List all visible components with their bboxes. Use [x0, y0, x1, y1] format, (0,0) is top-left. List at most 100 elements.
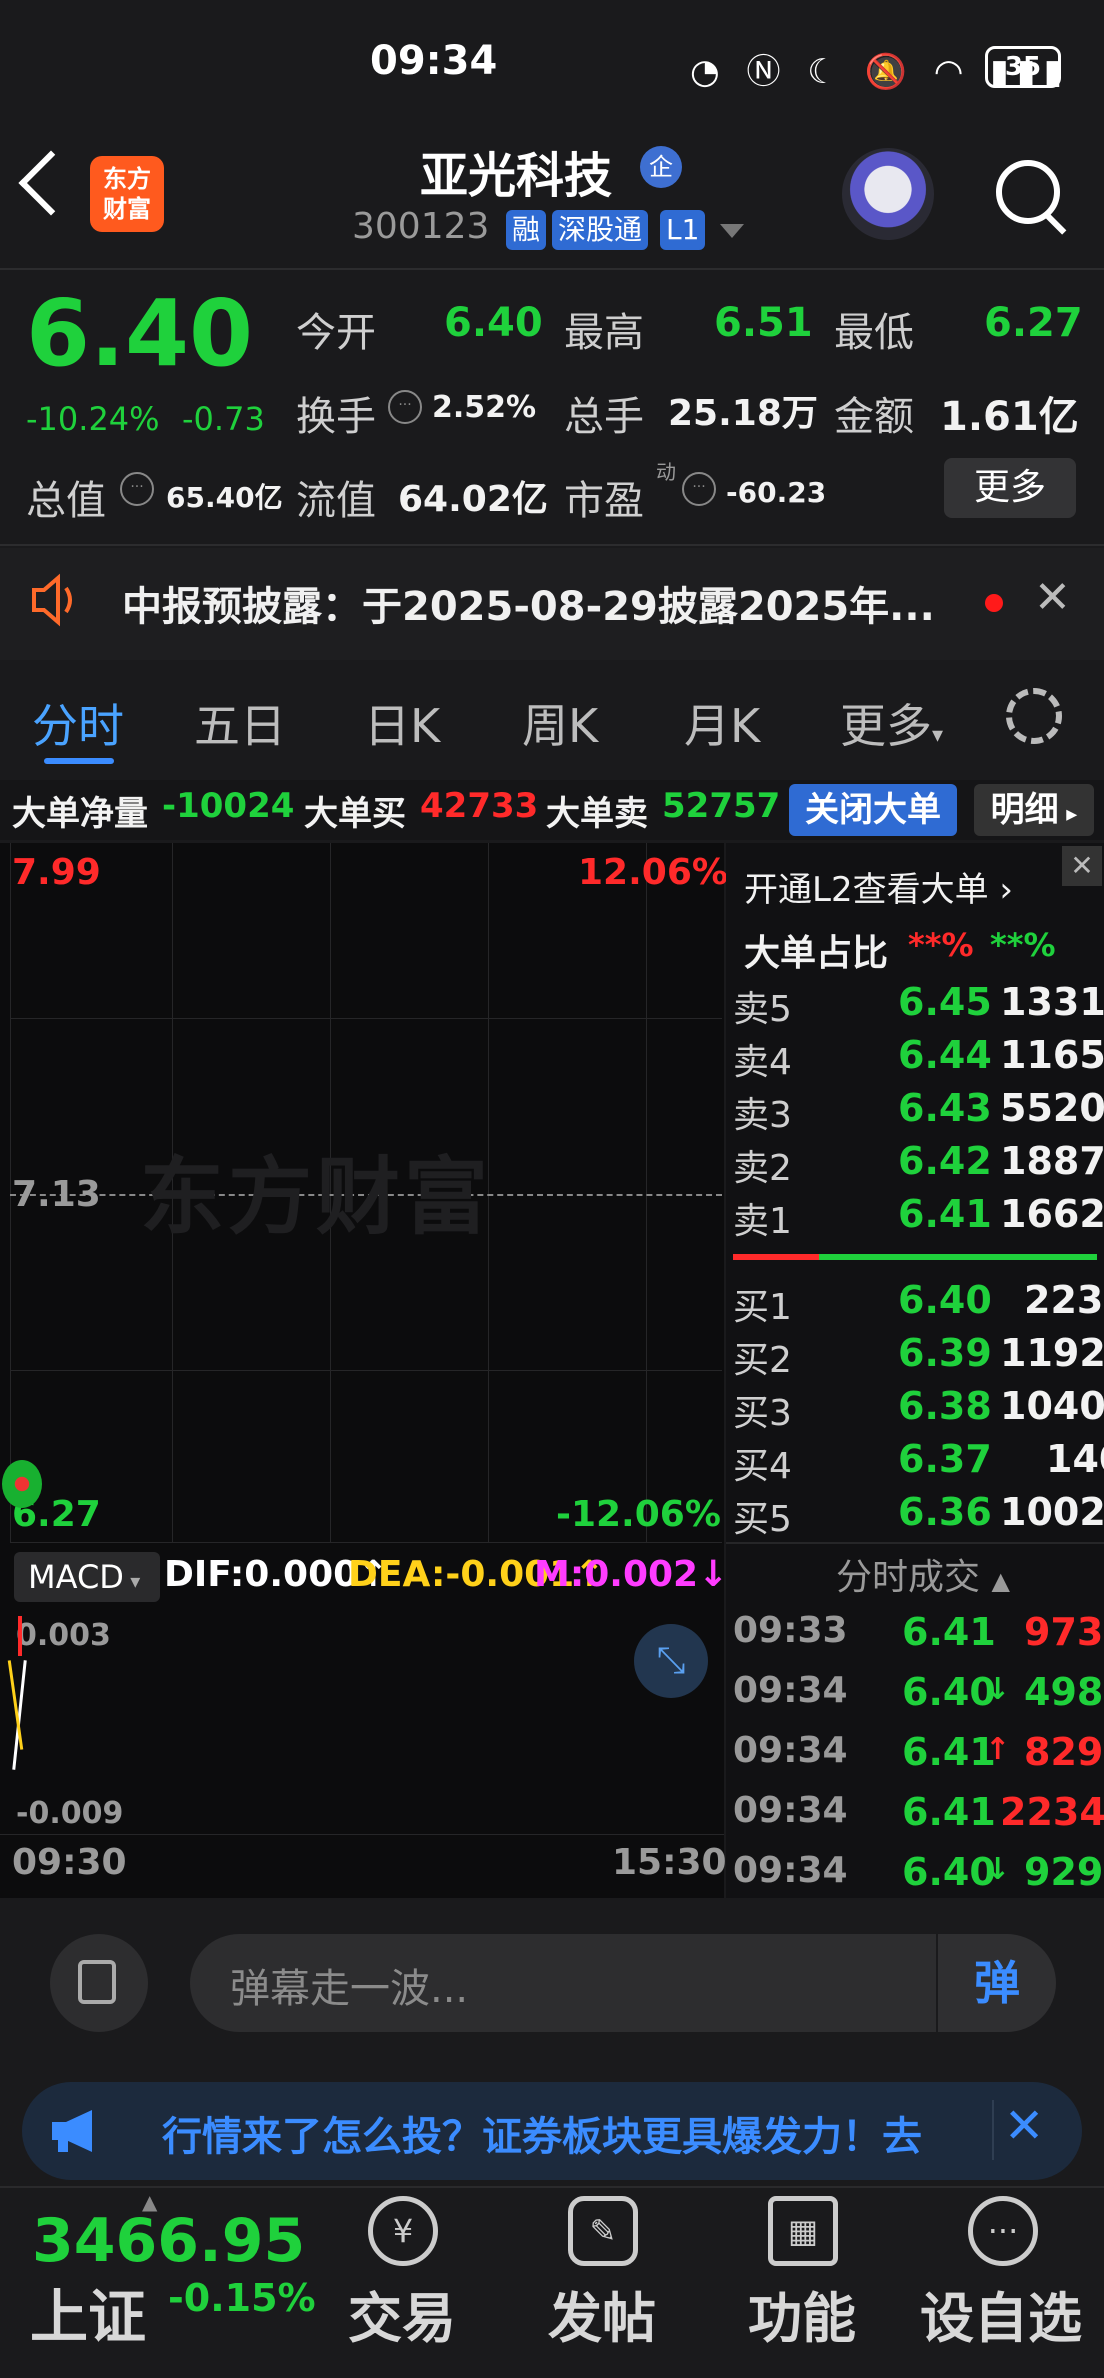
grid-line [0, 1834, 724, 1835]
time-start: 09:30 [12, 1842, 127, 1883]
grid-apps-icon[interactable]: ▦ [768, 2196, 838, 2266]
expand-icon[interactable]: ⤡ [634, 1624, 708, 1698]
open-label: 今开 [296, 310, 376, 356]
bid-label: 买5 [733, 1499, 792, 1540]
nav-functions[interactable]: 功能 [748, 2274, 856, 2353]
trade-time: 09:34 [733, 1850, 848, 1891]
high-value: 6.51 [714, 300, 813, 346]
nav-add-watchlist[interactable]: 设自选 [920, 2274, 1082, 2353]
volume-label: 总手 [564, 394, 644, 440]
tag-sz-connect: 深股通 [552, 210, 649, 250]
trade-time: 09:34 [733, 1670, 848, 1711]
axis-top-price: 7.99 [12, 852, 101, 893]
ask-price[interactable]: 6.43 [898, 1086, 992, 1130]
trade-time: 09:33 [733, 1610, 848, 1651]
danmaku-placeholder: 弹幕走一波... [230, 1966, 469, 2012]
notice-text[interactable]: 中报预披露：于2025-08-29披露2025年... [122, 574, 935, 632]
search-icon-handle [1043, 212, 1067, 235]
info-icon[interactable]: ··· [682, 472, 716, 506]
ask-volume: 1662 [1000, 1192, 1104, 1236]
watermark: 东方财富 [140, 1148, 493, 1246]
caret-down-icon: ▾ [932, 723, 944, 748]
buy-label: 大单买 [304, 794, 406, 834]
trades-header[interactable]: 分时成交 ▲ [836, 1548, 1010, 1600]
l2-upgrade-link[interactable]: 开通L2查看大单 › [744, 862, 1013, 911]
bid-price[interactable]: 6.37 [898, 1437, 992, 1481]
bid-price[interactable]: 6.38 [898, 1384, 992, 1428]
close-icon[interactable]: ✕ [1034, 572, 1071, 623]
change-amount: -0.73 [182, 400, 265, 438]
price-marker [2, 1460, 42, 1508]
grid-line [646, 843, 647, 1543]
tab-more[interactable]: 更多▾ [840, 690, 943, 756]
index-value[interactable]: 3466.95 [32, 2206, 305, 2276]
macd-selector[interactable]: MACD ▾ [14, 1552, 160, 1602]
index-name[interactable]: 上证 [30, 2270, 146, 2354]
edit-icon[interactable]: ✎ [568, 2196, 638, 2266]
more-dots-icon[interactable]: ··· [968, 2196, 1038, 2266]
trade-volume: 498 [1024, 1670, 1104, 1714]
bid-price[interactable]: 6.36 [898, 1490, 992, 1534]
macd-label: MACD [28, 1558, 124, 1596]
close-icon[interactable]: ✕ [1004, 2098, 1044, 2154]
amount-value: 1.61亿 [940, 394, 1079, 440]
bid-price[interactable]: 6.40 [898, 1278, 992, 1322]
ratio-label: 大单占比 [744, 933, 889, 974]
arrow-down-icon: ↓ [985, 1852, 1011, 1887]
tab-intraday[interactable]: 分时 [32, 690, 124, 756]
ask-volume: 1887 [1000, 1139, 1104, 1183]
trade-price: 6.40 [902, 1850, 996, 1894]
yen-exchange-icon[interactable]: ¥ [368, 2196, 438, 2266]
macd-m-label: M:0.002 [534, 1554, 699, 1595]
low-label: 最低 [834, 310, 914, 356]
more-button[interactable]: 更多 [944, 458, 1076, 518]
buy-value: 42733 [420, 786, 539, 826]
trades-label: 分时成交 [836, 1557, 981, 1598]
back-icon[interactable] [18, 150, 84, 216]
nav-trade[interactable]: 交易 [348, 2274, 456, 2353]
tab-more-label: 更多 [840, 699, 932, 753]
macd-top: 0.003 [16, 1618, 111, 1653]
mktcap-value: 65.40亿 [166, 481, 283, 514]
promo-text[interactable]: 行情来了怎么投？证券板块更具爆发力！去 [162, 2104, 922, 2162]
danmaku-settings-icon[interactable] [50, 1934, 148, 2032]
tab-monthly-k[interactable]: 月K [684, 690, 760, 756]
info-icon[interactable]: ··· [388, 390, 422, 424]
bid-price[interactable]: 6.39 [898, 1331, 992, 1375]
trade-time: 09:34 [733, 1730, 848, 1771]
trade-volume: 973 [1024, 1610, 1104, 1654]
bid-volume: 223 [1024, 1278, 1104, 1322]
detail-button[interactable]: 明细 ▸ [974, 784, 1094, 836]
ask-price[interactable]: 6.45 [898, 980, 992, 1024]
chevron-right-icon: ▸ [1058, 802, 1078, 827]
grid-line [10, 1018, 722, 1019]
trade-time: 09:34 [733, 1790, 848, 1831]
tab-weekly-k[interactable]: 周K [522, 690, 598, 756]
bid-label: 买1 [733, 1287, 792, 1328]
tab-five-day[interactable]: 五日 [194, 690, 286, 756]
ask-price[interactable]: 6.42 [898, 1139, 992, 1183]
ratio-sell: **% [990, 926, 1056, 964]
detail-label: 明细 [990, 790, 1059, 830]
tab-daily-k[interactable]: 日K [364, 690, 440, 756]
chevron-down-icon[interactable] [720, 224, 744, 238]
ask-price[interactable]: 6.44 [898, 1033, 992, 1077]
bid-volume: 140 [1046, 1437, 1104, 1481]
danmaku-send-button[interactable]: 弹 [936, 1934, 1056, 2032]
turnover-label: 换手 [296, 394, 376, 440]
macd-bottom: -0.009 [16, 1796, 124, 1831]
ask-price[interactable]: 6.41 [898, 1192, 992, 1236]
tag-level1[interactable]: L1 [660, 210, 706, 250]
change-percent: -10.24% [26, 400, 160, 438]
net-label: 大单净量 [12, 794, 148, 834]
gear-icon[interactable] [1006, 688, 1062, 744]
speaker-icon [32, 573, 72, 627]
close-icon[interactable]: ✕ [1062, 846, 1102, 886]
info-icon[interactable]: ··· [120, 472, 154, 506]
assistant-robot-icon[interactable] [842, 148, 934, 240]
stock-code: 300123 [352, 206, 490, 247]
close-big-orders-button[interactable]: 关闭大单 [789, 784, 957, 836]
stock-name: 亚光科技 [420, 148, 613, 204]
trade-price: 6.41 [902, 1610, 996, 1654]
nav-post[interactable]: 发帖 [548, 2274, 656, 2353]
